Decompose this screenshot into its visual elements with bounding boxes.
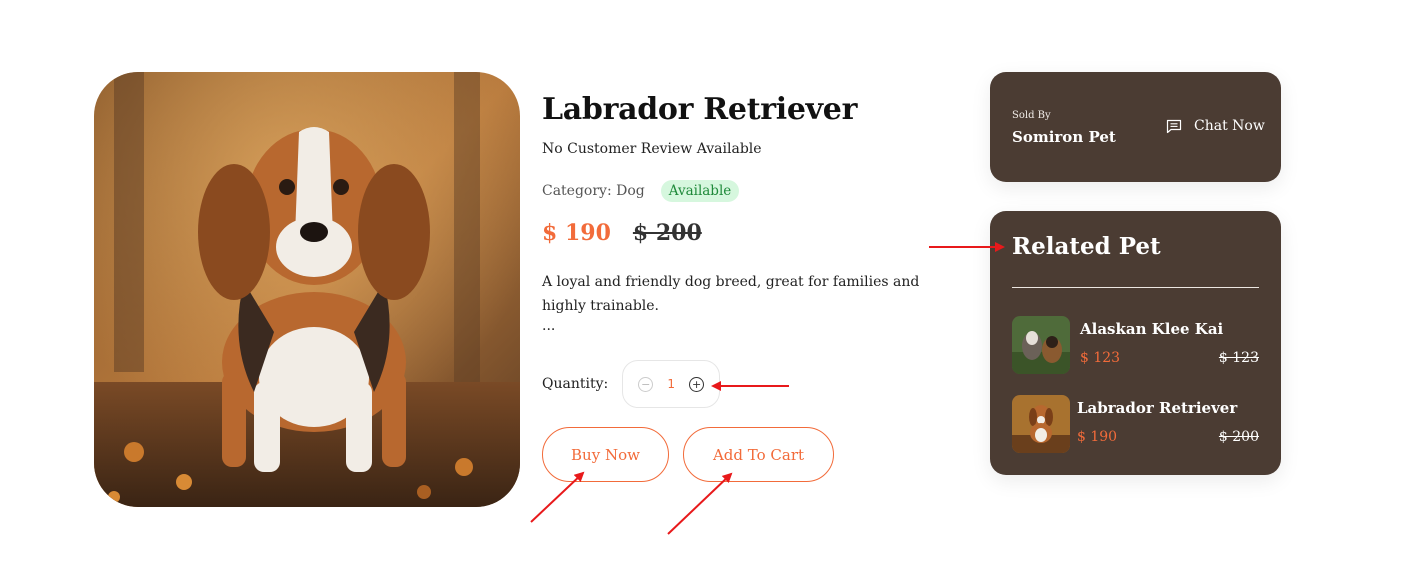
- seller-panel: Sold By Somiron Pet Chat Now: [990, 72, 1281, 182]
- current-price: $ 190: [542, 220, 611, 246]
- related-item-name[interactable]: Labrador Retriever: [1077, 399, 1237, 417]
- product-title: Labrador Retriever: [542, 92, 858, 127]
- related-item-price: $ 123: [1080, 350, 1121, 366]
- product-info: Labrador Retriever No Customer Review Av…: [542, 92, 962, 482]
- add-to-cart-button[interactable]: Add To Cart: [683, 427, 834, 482]
- related-item-price: $ 190: [1077, 429, 1118, 445]
- action-buttons: Buy Now Add To Cart: [542, 427, 834, 482]
- plus-circle-icon[interactable]: +: [689, 376, 705, 392]
- chat-icon: [1166, 119, 1182, 133]
- related-item[interactable]: Labrador Retriever $ 190 $ 200: [1012, 395, 1259, 453]
- arrow-icon: [667, 472, 733, 535]
- buy-now-button[interactable]: Buy Now: [542, 427, 669, 482]
- sold-by-label: Sold By: [1012, 110, 1051, 121]
- related-item[interactable]: Alaskan Klee Kai $ 123 $ 123: [1012, 316, 1259, 374]
- category-row: Category: Dog Available: [542, 180, 740, 202]
- category-text: Category: Dog: [542, 183, 645, 199]
- related-item-thumbnail[interactable]: [1012, 316, 1070, 374]
- product-description: A loyal and friendly dog breed, great fo…: [542, 274, 920, 314]
- review-text: No Customer Review Available: [542, 141, 762, 157]
- divider: [1012, 287, 1259, 288]
- quantity-label: Quantity:: [542, 376, 609, 392]
- related-title: Related Pet: [1012, 233, 1161, 260]
- description-ellipsis: ...: [542, 318, 556, 334]
- related-item-old-price: $ 200: [1218, 429, 1259, 445]
- availability-badge: Available: [660, 180, 740, 202]
- related-item-name[interactable]: Alaskan Klee Kai: [1080, 320, 1223, 338]
- related-item-thumbnail[interactable]: [1012, 395, 1070, 453]
- minus-circle-icon[interactable]: −: [638, 376, 654, 392]
- price-row: $ 190 $ 200: [542, 220, 702, 246]
- quantity-value[interactable]: 1: [667, 377, 675, 391]
- product-image: [94, 72, 520, 507]
- related-pet-panel: Related Pet Alaskan Klee Kai $ 123 $ 123: [990, 211, 1281, 475]
- old-price: $ 200: [632, 220, 702, 246]
- quantity-stepper: − 1 +: [622, 360, 721, 408]
- quantity-row: Quantity: − 1 +: [542, 360, 721, 408]
- related-item-old-price: $ 123: [1218, 350, 1259, 366]
- chat-now-label: Chat Now: [1194, 118, 1265, 134]
- seller-name[interactable]: Somiron Pet: [1012, 128, 1116, 146]
- chat-now-button[interactable]: Chat Now: [1166, 118, 1265, 134]
